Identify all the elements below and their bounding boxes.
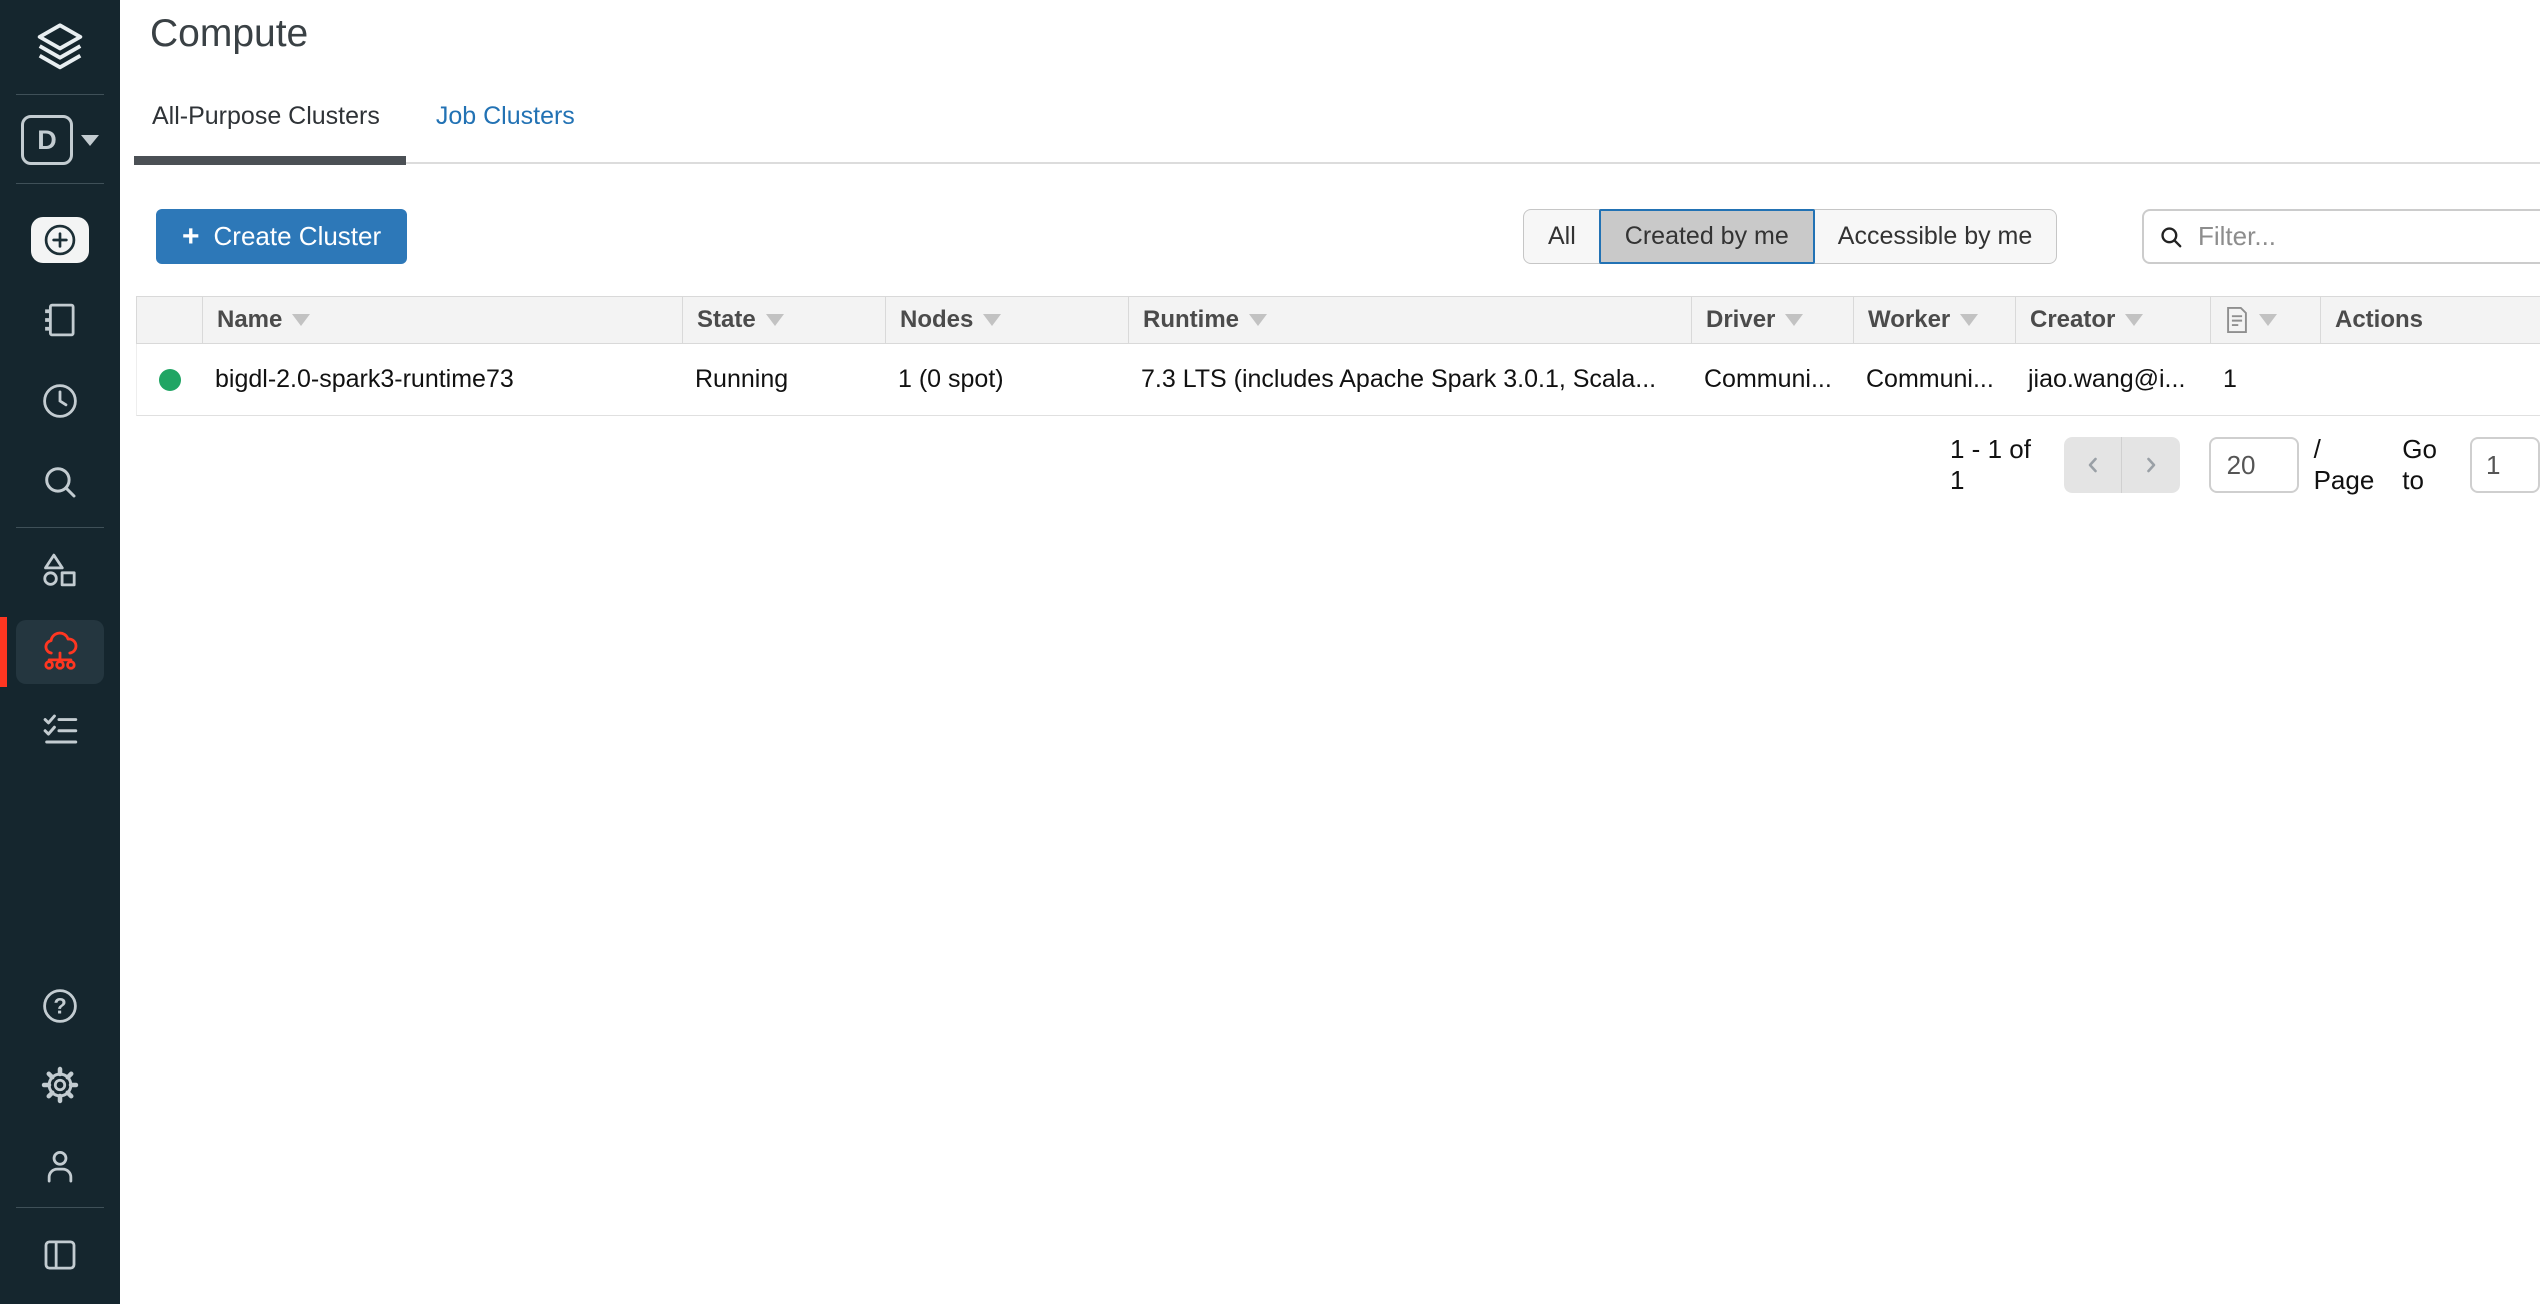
cluster-name-cell[interactable]: bigdl-2.0-spark3-runtime73 <box>203 344 683 415</box>
sidebar-divider <box>16 1207 104 1208</box>
next-page-button[interactable] <box>2122 437 2180 493</box>
filter-triangle-icon <box>1960 314 1978 326</box>
go-to-label: Go to <box>2402 434 2457 496</box>
sidebar-item-collapse[interactable] <box>0 1233 120 1277</box>
filter-triangle-icon <box>292 314 310 326</box>
filter-input-container <box>2142 209 2540 264</box>
filter-input[interactable] <box>2196 220 2540 253</box>
active-tab-underline <box>134 156 406 165</box>
plus-circle-icon <box>41 221 79 259</box>
sidebar-divider <box>16 527 104 528</box>
scope-filter-all[interactable]: All <box>1524 210 1600 263</box>
column-header-state[interactable]: State <box>683 297 886 343</box>
filter-triangle-icon <box>2259 314 2277 326</box>
column-header-runtime[interactable]: Runtime <box>1129 297 1692 343</box>
databricks-logo[interactable] <box>0 16 120 80</box>
page-size-input[interactable] <box>2209 437 2299 493</box>
sidebar: D <box>0 0 120 1304</box>
cluster-nodes-cell: 1 (0 spot) <box>886 344 1129 415</box>
go-to-page-input[interactable] <box>2470 437 2540 493</box>
cluster-cloud-icon <box>39 631 81 673</box>
sidebar-item-create[interactable] <box>0 215 120 265</box>
page-title: Compute <box>150 12 308 56</box>
cluster-state-text-cell: Running <box>683 344 886 415</box>
filter-triangle-icon <box>2125 314 2143 326</box>
create-pill <box>31 217 89 263</box>
cluster-state-cell <box>137 344 203 415</box>
cluster-driver-cell: Communi... <box>1692 344 1854 415</box>
checklist-icon <box>39 708 81 750</box>
sidebar-item-compute[interactable] <box>0 630 120 674</box>
clusters-table: Name State Nodes Runtime Driver Worker <box>136 296 2540 416</box>
per-page-label: / Page <box>2314 434 2379 496</box>
filter-triangle-icon <box>766 314 784 326</box>
sidebar-item-search[interactable] <box>0 460 120 504</box>
column-header-name[interactable]: Name <box>203 297 683 343</box>
search-icon <box>39 461 81 503</box>
plus-icon: + <box>182 222 200 252</box>
sidebar-item-jobs[interactable] <box>0 707 120 751</box>
chevron-left-icon <box>2081 453 2105 477</box>
help-icon: ? <box>39 985 81 1027</box>
table-header-row: Name State Nodes Runtime Driver Worker <box>136 296 2540 344</box>
gear-icon <box>39 1064 81 1106</box>
sidebar-divider <box>16 183 104 184</box>
previous-page-button[interactable] <box>2064 437 2122 493</box>
running-status-dot-icon <box>159 369 181 391</box>
sidebar-divider <box>16 94 104 95</box>
svg-text:?: ? <box>53 993 66 1018</box>
scope-filter-accessible-by-me[interactable]: Accessible by me <box>1814 210 2057 263</box>
sidebar-item-settings[interactable] <box>0 1063 120 1107</box>
filter-triangle-icon <box>983 314 1001 326</box>
column-header-nodes[interactable]: Nodes <box>886 297 1129 343</box>
cluster-actions-cell <box>2321 344 2540 415</box>
search-icon <box>2158 224 2184 250</box>
column-header-worker[interactable]: Worker <box>1854 297 2016 343</box>
shapes-icon <box>39 549 81 591</box>
filter-triangle-icon <box>1249 314 1267 326</box>
pagination-range: 1 - 1 of 1 <box>1950 434 2038 496</box>
cluster-creator-cell: jiao.wang@i... <box>2016 344 2211 415</box>
chevron-right-icon <box>2139 453 2163 477</box>
workspace-switcher-letter: D <box>21 115 73 165</box>
user-icon <box>39 1145 81 1187</box>
tab-all-purpose-clusters[interactable]: All-Purpose Clusters <box>152 102 380 131</box>
filter-triangle-icon <box>1785 314 1803 326</box>
pager-buttons <box>2064 437 2179 493</box>
column-header-status <box>137 297 203 343</box>
chevron-down-icon <box>81 135 99 146</box>
clock-icon <box>39 380 81 422</box>
tab-bar: All-Purpose Clusters Job Clusters <box>152 102 575 131</box>
cluster-notebooks-cell: 1 <box>2211 344 2321 415</box>
sidebar-item-help[interactable]: ? <box>0 984 120 1028</box>
column-header-driver[interactable]: Driver <box>1692 297 1854 343</box>
scope-filter-group: All Created by me Accessible by me <box>1523 209 2057 264</box>
table-row[interactable]: bigdl-2.0-spark3-runtime73 Running 1 (0 … <box>136 344 2540 416</box>
sidebar-item-recents[interactable] <box>0 379 120 423</box>
notebook-document-icon <box>2225 306 2249 334</box>
column-header-actions: Actions <box>2321 297 2540 343</box>
sidebar-item-account[interactable] <box>0 1144 120 1188</box>
cluster-runtime-cell: 7.3 LTS (includes Apache Spark 3.0.1, Sc… <box>1129 344 1692 415</box>
sidebar-item-workspace[interactable] <box>0 298 120 342</box>
databricks-logo-icon <box>29 19 91 77</box>
column-header-creator[interactable]: Creator <box>2016 297 2211 343</box>
pagination: 1 - 1 of 1 / Page Go to <box>1950 437 2540 493</box>
workspace-switcher[interactable]: D <box>0 114 120 166</box>
create-cluster-button[interactable]: + Create Cluster <box>156 209 407 264</box>
tab-job-clusters[interactable]: Job Clusters <box>436 102 575 131</box>
create-cluster-label: Create Cluster <box>214 221 382 252</box>
scope-filter-created-by-me[interactable]: Created by me <box>1599 209 1815 264</box>
compute-page: D <box>0 0 2540 1304</box>
column-header-notebooks[interactable] <box>2211 297 2321 343</box>
cluster-worker-cell: Communi... <box>1854 344 2016 415</box>
tab-bar-rule <box>134 162 2540 164</box>
panel-icon <box>39 1234 81 1276</box>
notebook-icon <box>39 299 81 341</box>
sidebar-item-data[interactable] <box>0 548 120 592</box>
